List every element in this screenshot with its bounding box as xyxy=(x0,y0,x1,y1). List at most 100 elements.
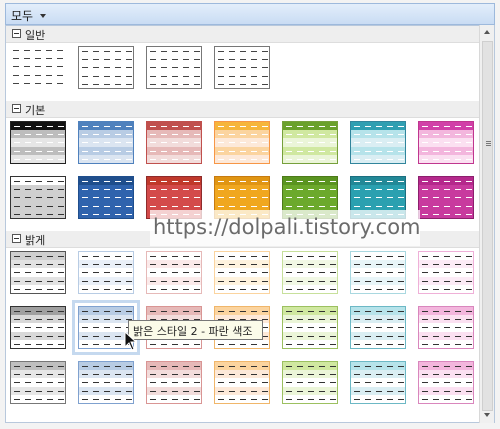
scroll-up-arrow-icon[interactable] xyxy=(480,25,495,40)
cell-mark xyxy=(104,213,110,215)
cell-mark xyxy=(58,327,64,329)
table-style-thumbnail[interactable] xyxy=(146,121,202,164)
cell-mark xyxy=(104,398,110,400)
cell-mark xyxy=(172,83,178,85)
cell-mark xyxy=(422,205,428,207)
cell-mark xyxy=(376,366,382,367)
table-style-thumbnail[interactable] xyxy=(350,361,406,404)
table-style-thumbnail[interactable] xyxy=(282,306,338,349)
cell-mark xyxy=(387,158,393,160)
collapse-icon[interactable] xyxy=(12,29,21,38)
table-style-thumbnail[interactable] xyxy=(10,176,66,219)
thumbnail-row xyxy=(215,386,269,395)
table-style-thumbnail[interactable] xyxy=(146,251,202,294)
cell-mark xyxy=(104,75,110,77)
cell-mark xyxy=(286,189,292,191)
thumbnail-row xyxy=(351,307,405,316)
thumbnail-row xyxy=(419,138,473,147)
table-style-thumbnail[interactable] xyxy=(418,361,474,404)
table-style-thumbnail[interactable] xyxy=(146,361,202,404)
table-style-thumbnail[interactable] xyxy=(78,121,134,164)
cell-mark xyxy=(47,205,53,207)
cell-mark xyxy=(14,205,20,207)
cell-mark xyxy=(444,390,450,392)
thumbnail-row xyxy=(79,378,133,387)
table-style-thumbnail[interactable] xyxy=(418,251,474,294)
table-style-thumbnail[interactable] xyxy=(146,46,202,89)
table-style-thumbnail[interactable] xyxy=(282,251,338,294)
cell-mark xyxy=(444,256,450,257)
thumbnail-row xyxy=(215,252,269,261)
cell-mark xyxy=(319,343,325,345)
table-style-thumbnail[interactable] xyxy=(282,121,338,164)
table-style-thumbnail[interactable] xyxy=(282,361,338,404)
table-style-thumbnail[interactable] xyxy=(350,121,406,164)
cell-mark xyxy=(58,142,64,144)
table-style-thumbnail[interactable] xyxy=(78,46,134,89)
cell-mark xyxy=(150,398,156,400)
cell-mark xyxy=(82,374,88,376)
thumbnail-row xyxy=(79,386,133,395)
table-style-thumbnail[interactable] xyxy=(214,46,270,89)
cell-mark xyxy=(82,288,88,290)
table-style-thumbnail[interactable] xyxy=(10,121,66,164)
cell-mark xyxy=(25,327,31,329)
category-dropdown[interactable]: 모두 xyxy=(5,3,495,25)
cell-mark xyxy=(286,390,292,392)
cell-mark xyxy=(286,126,292,127)
table-style-thumbnail[interactable] xyxy=(78,251,134,294)
cell-mark xyxy=(365,288,371,290)
table-style-thumbnail[interactable] xyxy=(418,121,474,164)
cell-mark xyxy=(82,126,88,127)
table-style-thumbnail[interactable] xyxy=(214,121,270,164)
table-style-thumbnail[interactable] xyxy=(10,251,66,294)
table-style-thumbnail[interactable] xyxy=(214,361,270,404)
cell-mark xyxy=(286,374,292,376)
table-style-thumbnail[interactable] xyxy=(418,176,474,219)
cell-mark xyxy=(398,288,404,290)
cell-mark xyxy=(82,205,88,207)
cell-mark xyxy=(115,197,121,199)
thumbnail-row xyxy=(79,201,133,210)
cell-mark xyxy=(36,335,42,337)
cell-mark xyxy=(194,83,200,85)
cell-mark xyxy=(330,205,336,207)
collapse-icon[interactable] xyxy=(12,104,21,113)
table-style-thumbnail[interactable] xyxy=(10,361,66,404)
cell-mark xyxy=(126,181,132,182)
cell-mark xyxy=(251,374,257,376)
cell-mark xyxy=(319,390,325,392)
thumbnail-row xyxy=(11,138,65,147)
thumbnail-row xyxy=(351,193,405,202)
cell-mark xyxy=(229,59,235,61)
table-style-thumbnail[interactable] xyxy=(10,306,66,349)
table-style-thumbnail[interactable] xyxy=(350,251,406,294)
cell-mark xyxy=(161,75,167,77)
cell-mark xyxy=(24,74,30,76)
collapse-icon[interactable] xyxy=(12,234,21,243)
cell-mark xyxy=(433,374,439,376)
section-header[interactable]: 기본 xyxy=(6,101,480,118)
table-style-thumbnail[interactable] xyxy=(10,46,66,89)
cell-mark xyxy=(115,256,121,257)
cell-mark xyxy=(433,256,439,257)
section-header[interactable]: 일반 xyxy=(6,26,480,43)
scroll-down-arrow-icon[interactable] xyxy=(480,408,495,423)
cell-mark xyxy=(126,158,132,160)
cell-mark xyxy=(330,280,336,282)
cell-mark xyxy=(115,335,121,337)
vertical-scrollbar[interactable] xyxy=(479,25,494,423)
table-style-thumbnail[interactable] xyxy=(78,361,134,404)
scrollbar-thumb[interactable] xyxy=(482,41,493,411)
cell-mark xyxy=(82,150,88,152)
table-style-thumbnail[interactable] xyxy=(214,251,270,294)
thumbnail-row xyxy=(351,323,405,332)
thumbnail-row xyxy=(10,62,66,71)
cell-mark xyxy=(58,335,64,337)
table-style-thumbnail[interactable] xyxy=(78,176,134,219)
cell-mark xyxy=(365,181,371,182)
table-style-thumbnail[interactable] xyxy=(418,306,474,349)
cell-mark xyxy=(466,150,472,152)
table-style-thumbnail[interactable] xyxy=(350,306,406,349)
cell-mark xyxy=(47,288,53,290)
